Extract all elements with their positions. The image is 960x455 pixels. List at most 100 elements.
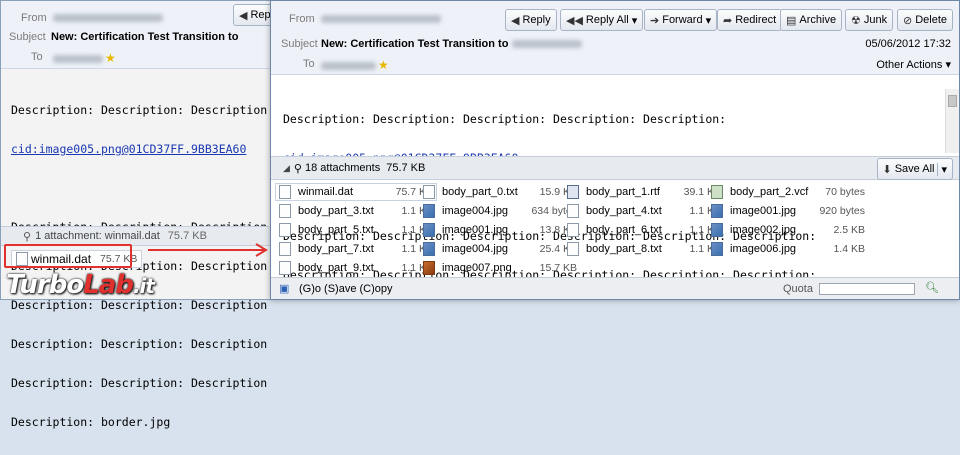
reply-button[interactable]: ◀ Reply bbox=[505, 9, 557, 31]
attachment-name: image004.jpg bbox=[442, 243, 509, 255]
attachment-size: 920 bytes bbox=[819, 205, 865, 217]
attachments-count: 18 attachments bbox=[304, 162, 381, 174]
status-bar: ▣ (G)o (S)ave (C)opy Quota 🔍︎ bbox=[271, 277, 959, 299]
body-scrollbar[interactable] bbox=[945, 89, 959, 153]
attachments-bar[interactable]: ◢ ⚲ 18 attachments 75.7 KB ⬇ Save All ▾ bbox=[271, 156, 959, 180]
attachment-item[interactable]: winmail.dat 75.7 KB bbox=[275, 183, 437, 201]
attachment-item[interactable]: body_part_5.txt 1.1 KB bbox=[279, 221, 433, 239]
quota-label: Quota bbox=[783, 283, 813, 295]
subject-text: New: Certification Test Transition to bbox=[321, 38, 509, 50]
delete-label: Delete bbox=[915, 14, 948, 26]
from-value[interactable] bbox=[321, 13, 441, 25]
chevron-down-icon[interactable]: ▾ bbox=[937, 162, 947, 176]
attachment-name: body_part_6.txt bbox=[586, 224, 662, 236]
attachment-name: body_part_2.vcf bbox=[730, 186, 809, 198]
attachment-name: body_part_1.rtf bbox=[586, 186, 660, 198]
forward-button[interactable]: ➔ Forward ▾ bbox=[644, 9, 718, 31]
forward-icon: ➔ bbox=[650, 14, 660, 27]
back-body-line: Description: Description: Description bbox=[11, 103, 268, 117]
back-attach-summary-size: 75.7 KB bbox=[167, 230, 207, 242]
back-body-line: Description: Description: Description bbox=[11, 376, 268, 390]
attachment-item[interactable]: image006.jpg 1.4 KB bbox=[711, 240, 865, 258]
back-body-line: Description: Description: Description bbox=[11, 337, 268, 351]
back-attach-summary: 1 attachment: winmail.dat bbox=[35, 230, 160, 242]
junk-label: Junk bbox=[863, 14, 888, 26]
attachment-size: 70 bytes bbox=[825, 186, 865, 198]
attachment-item[interactable]: image004.jpg 25.4 KB bbox=[423, 240, 577, 258]
file-icon bbox=[567, 242, 579, 256]
attachment-item[interactable]: image007.png 15.7 KB bbox=[423, 259, 577, 277]
pointer-arrow-icon bbox=[148, 243, 268, 257]
attachment-item[interactable]: body_part_0.txt 15.9 KB bbox=[423, 183, 577, 201]
file-icon bbox=[279, 204, 291, 218]
attachments-grid: winmail.dat 75.7 KB body_part_0.txt 15.9 KB… bbox=[271, 181, 959, 277]
subject-value: New: Certification Test Transition to bbox=[321, 38, 582, 50]
reply-all-icon: ◀◀ bbox=[566, 14, 583, 27]
archive-button[interactable]: ▤ Archive bbox=[780, 9, 843, 31]
from-label: From bbox=[289, 13, 315, 25]
archive-label: Archive bbox=[799, 14, 837, 26]
other-actions-menu[interactable]: Other Actions ▾ bbox=[876, 58, 951, 71]
delete-icon: ⊘ bbox=[903, 14, 913, 27]
file-icon bbox=[567, 185, 579, 199]
reply-all-button[interactable]: ◀◀ Reply All ▾ bbox=[560, 9, 644, 31]
chevron-down-icon[interactable]: ▾ bbox=[632, 14, 638, 27]
scrollbar-thumb[interactable] bbox=[948, 95, 957, 107]
reply-icon: ◀ bbox=[239, 9, 248, 22]
file-icon bbox=[423, 185, 435, 199]
attachment-item[interactable]: image002.jpg 2.5 KB bbox=[711, 221, 865, 239]
reply-all-label: Reply All bbox=[585, 14, 629, 26]
collapse-triangle-icon[interactable]: ◢ bbox=[283, 163, 290, 174]
body-line: Description: Description: Description: D… bbox=[283, 112, 727, 126]
chevron-down-icon[interactable]: ▾ bbox=[706, 14, 712, 27]
back-body-link[interactable]: cid:image005.png@01CD37FF.9BB3EA60 bbox=[11, 143, 267, 156]
quota-meter bbox=[819, 283, 915, 295]
attachment-item[interactable]: body_part_9.txt 1.1 KB bbox=[279, 259, 433, 277]
attachment-item[interactable]: body_part_4.txt 1.1 KB bbox=[567, 202, 721, 220]
save-all-label: Save All bbox=[894, 163, 935, 175]
back-header: From Subject New: Certification Test Tra… bbox=[1, 1, 277, 69]
save-all-button[interactable]: ⬇ Save All ▾ bbox=[876, 158, 953, 180]
to-label: To bbox=[303, 58, 315, 70]
attachment-item[interactable]: image001.jpg 920 bytes bbox=[711, 202, 865, 220]
attachment-item[interactable]: body_part_7.txt 1.1 KB bbox=[279, 240, 433, 258]
message-header: From Subject New: Certification Test Tra… bbox=[271, 1, 959, 75]
attachment-item[interactable]: image004.jpg 634 bytes bbox=[423, 202, 577, 220]
attachments-size: 75.7 KB bbox=[386, 162, 426, 174]
reply-label: Reply bbox=[522, 14, 551, 26]
watermark-part2: Lab bbox=[83, 270, 134, 300]
magnifier-icon[interactable]: 🔍︎ bbox=[925, 281, 939, 294]
attachment-name: image004.jpg bbox=[442, 205, 509, 217]
attachment-item[interactable]: body_part_8.txt 1.1 KB bbox=[567, 240, 721, 258]
chevron-down-icon: ▾ bbox=[945, 59, 951, 71]
attachment-item[interactable]: image001.jpg 13.8 KB bbox=[423, 221, 577, 239]
attachment-name: body_part_8.txt bbox=[586, 243, 662, 255]
reply-icon: ◀ bbox=[511, 14, 520, 27]
watermark-part3: .it bbox=[132, 274, 155, 298]
attachment-item[interactable]: body_part_1.rtf 39.1 KB bbox=[567, 183, 721, 201]
redirect-label: Redirect bbox=[735, 14, 777, 26]
junk-button[interactable]: ☢ Junk bbox=[845, 9, 894, 31]
network-icon: ▣ bbox=[279, 283, 290, 295]
redirect-icon: ➦ bbox=[723, 14, 733, 27]
attachment-item[interactable]: body_part_6.txt 1.1 KB bbox=[567, 221, 721, 239]
status-text: (G)o (S)ave (C)opy bbox=[299, 283, 393, 295]
delete-button[interactable]: ⊘ Delete bbox=[897, 9, 954, 31]
attachment-name: image001.jpg bbox=[730, 205, 797, 217]
back-body-line: Description: Description: Description bbox=[11, 298, 268, 312]
attachment-name: body_part_4.txt bbox=[586, 205, 662, 217]
watermark-part1: Turbo bbox=[6, 270, 84, 300]
forward-label: Forward bbox=[662, 14, 703, 26]
image-file-icon bbox=[711, 204, 723, 218]
file-icon bbox=[279, 242, 291, 256]
attachment-size: 15.7 KB bbox=[539, 262, 577, 274]
message-date: 05/06/2012 17:32 bbox=[865, 38, 951, 50]
attachment-name: body_part_7.txt bbox=[298, 243, 374, 255]
attachment-item[interactable]: body_part_3.txt 1.1 KB bbox=[279, 202, 433, 220]
to-value[interactable]: ★ bbox=[321, 58, 389, 72]
back-reply-label: Rep bbox=[250, 9, 271, 21]
subject-label: Subject bbox=[281, 38, 318, 50]
attachment-item[interactable]: body_part_2.vcf 70 bytes bbox=[711, 183, 865, 201]
back-subject: New: Certification Test Transition to bbox=[51, 31, 239, 43]
redirect-button[interactable]: ➦ Redirect bbox=[717, 9, 783, 31]
